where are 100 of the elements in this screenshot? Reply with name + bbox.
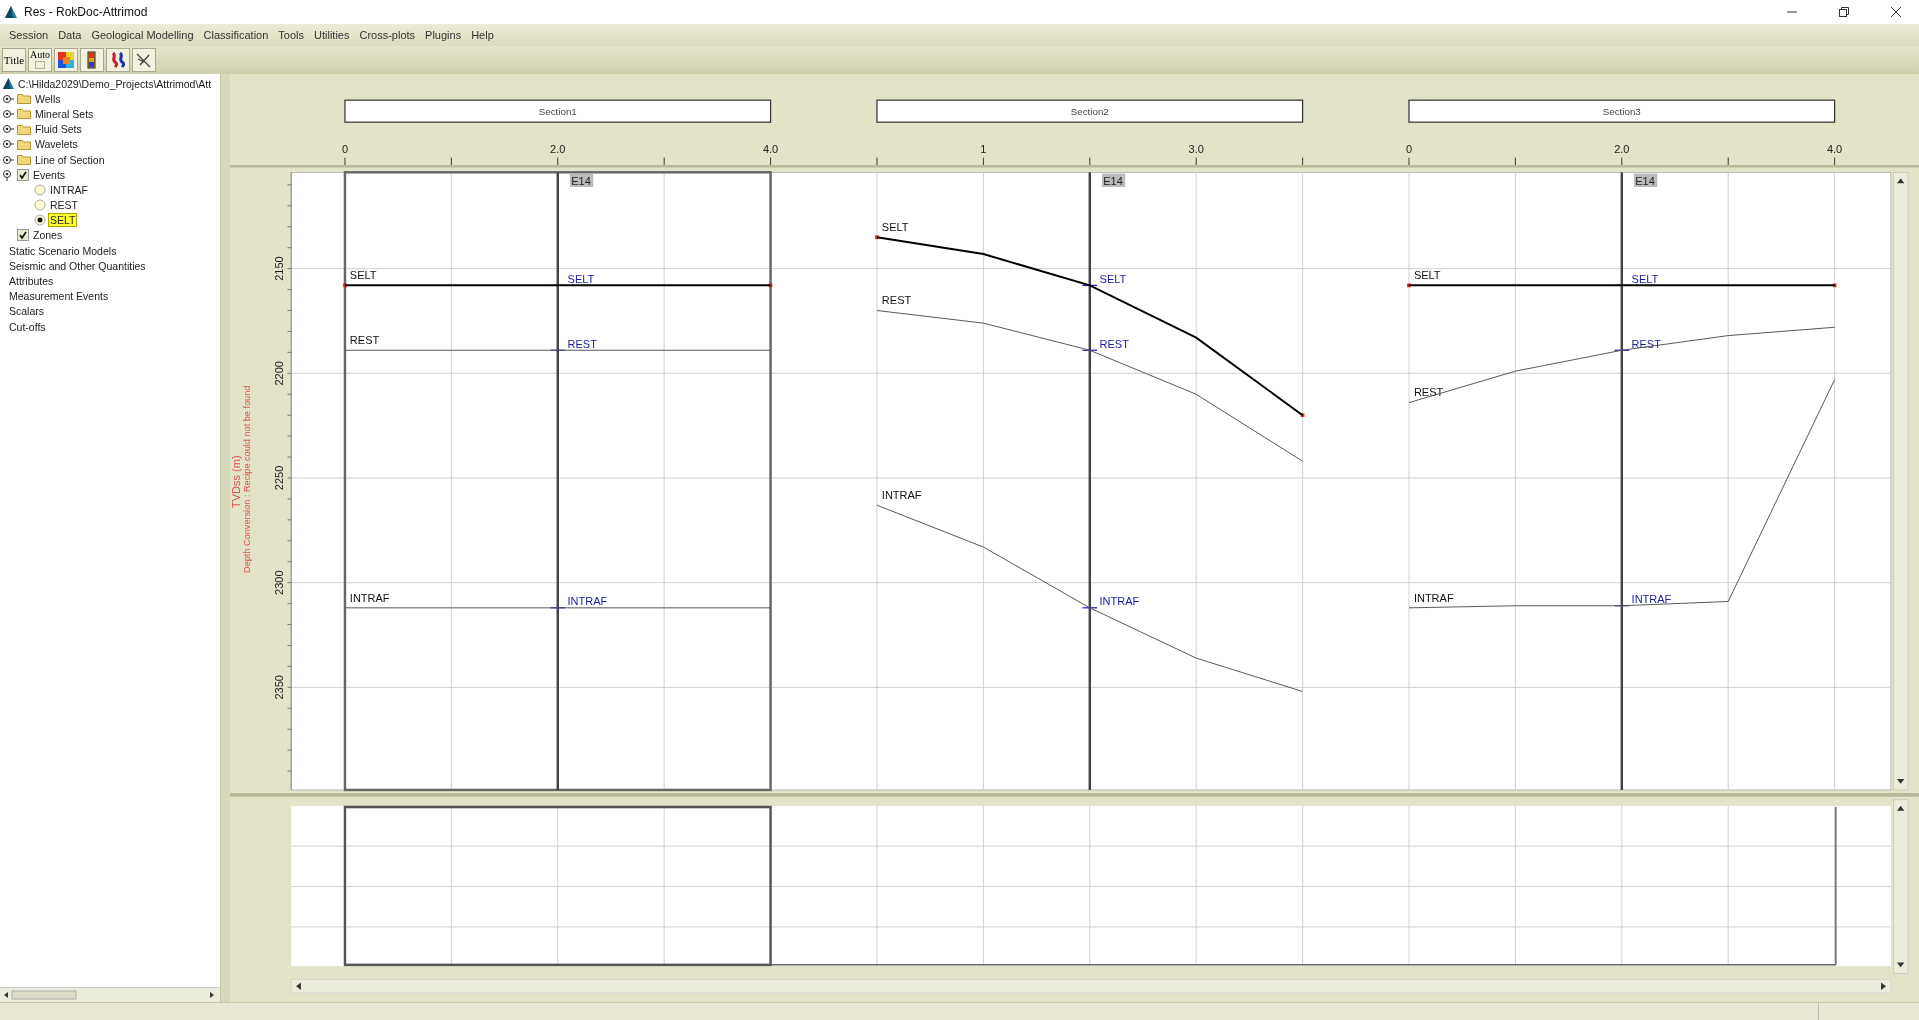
color-bar-icon (86, 51, 98, 69)
folder-icon (17, 154, 31, 166)
folder-icon (17, 123, 31, 135)
section-header: Section3 (1408, 99, 1836, 123)
section-header: Section2 (876, 99, 1304, 123)
horizon-label: INTRAF (1413, 591, 1454, 604)
pick-point (1300, 413, 1305, 417)
tree-item[interactable]: INTRAF (49, 183, 89, 196)
well-marker (1081, 607, 1098, 609)
well-horizon-label: REST (1631, 337, 1661, 350)
checkbox[interactable] (17, 168, 29, 181)
pick-point (875, 235, 879, 240)
auto-toggle-button[interactable]: Auto (28, 48, 52, 72)
checkbox[interactable] (17, 229, 29, 242)
well-marker (1613, 349, 1630, 351)
menu-item[interactable]: Tools (273, 27, 309, 43)
axis-tick-label: 0 (1405, 142, 1413, 155)
tree-item[interactable]: Wells (34, 92, 62, 105)
section-header: Section1 (344, 99, 772, 123)
tree-item[interactable]: Zones (32, 229, 64, 242)
app-logo-icon (2, 77, 15, 90)
menu-item[interactable]: Cross-plots (354, 27, 421, 43)
vertical-scrollbar[interactable] (1893, 172, 1909, 791)
tree-item[interactable]: Events (32, 168, 67, 181)
well-horizon-label: INTRAF (1099, 595, 1140, 608)
axis-tick-label: 2150 (272, 256, 285, 281)
well-horizon-label: INTRAF (567, 595, 608, 608)
expand-icon[interactable] (2, 153, 14, 166)
radio-button[interactable] (34, 214, 46, 227)
radio-button[interactable] (34, 183, 46, 196)
pick-point (343, 283, 347, 288)
tree-item[interactable]: Fluid Sets (34, 123, 83, 136)
horizon-label: SELT (349, 269, 377, 282)
curves-icon (109, 51, 127, 69)
window-title: Res - RokDoc-Attrimod (24, 5, 149, 19)
well-horizon-label: SELT (1631, 272, 1659, 285)
pick-point (1832, 283, 1837, 288)
radio-button[interactable] (34, 199, 46, 212)
project-path: C:\Hilda2029\Demo_Projects\Attrimod\Att (18, 77, 212, 90)
pen-button[interactable] (132, 48, 156, 72)
well-marker (1081, 349, 1098, 351)
horizon-label: REST (349, 334, 380, 347)
curves-button[interactable] (106, 48, 130, 72)
axis-tick-label: 2.0 (1614, 142, 1630, 155)
pick-point (768, 283, 773, 288)
title-toggle-button[interactable]: Title (2, 48, 26, 72)
axis-tick-label: 4.0 (1826, 142, 1843, 155)
collapse-icon[interactable] (2, 168, 14, 181)
horizontal-scrollbar[interactable] (0, 987, 220, 1002)
axis-tick-label: 2250 (272, 465, 285, 491)
tree-item[interactable]: Measurement Events (8, 290, 110, 303)
tree-item[interactable]: Wavelets (34, 138, 79, 151)
tree-item[interactable]: Seismic and Other Quantities (8, 259, 147, 272)
tree-item[interactable]: Mineral Sets (34, 107, 95, 120)
horizon-label: SELT (881, 221, 909, 234)
horizon-label: SELT (1413, 269, 1441, 282)
well-horizon-label: REST (567, 337, 597, 350)
restore-icon[interactable] (1839, 7, 1849, 17)
vertical-scrollbar[interactable] (1893, 799, 1909, 974)
well-horizon-label: SELT (567, 272, 595, 285)
axis-tick-label: 2350 (272, 675, 285, 700)
tree-item[interactable]: REST (49, 199, 79, 212)
menu-item[interactable]: Geological Modelling (86, 27, 199, 43)
axis-title: TVDss (m) (230, 455, 242, 508)
app-logo-icon (4, 5, 18, 19)
axis-tick-label: 2300 (272, 570, 285, 595)
tree-item[interactable]: Cut-offs (8, 320, 47, 333)
expand-icon[interactable] (2, 107, 14, 120)
tree-item[interactable]: Static Scenario Models (8, 244, 118, 257)
folder-icon (17, 93, 31, 105)
expand-icon[interactable] (2, 138, 14, 151)
menu-item[interactable]: Data (53, 27, 87, 43)
menu-item[interactable]: Classification (198, 27, 274, 43)
close-icon[interactable] (1891, 7, 1901, 17)
color-map-button[interactable] (54, 48, 78, 72)
expand-icon[interactable] (2, 92, 14, 105)
menu-item[interactable]: Help (466, 27, 499, 43)
axis-note: Depth Conversion : Recipe could not be found (241, 385, 252, 573)
horizon-label: INTRAF (349, 591, 390, 604)
tree-item[interactable]: Attributes (8, 275, 55, 288)
horizontal-scrollbar[interactable] (290, 979, 1892, 994)
well-horizon-label: REST (1099, 337, 1129, 350)
horizon-label: REST (1413, 386, 1444, 399)
well-marker (1081, 284, 1098, 286)
axis-tick-label: 1 (980, 142, 987, 155)
menu-item[interactable]: Session (4, 27, 54, 43)
menu-item[interactable]: Plugins (420, 27, 467, 43)
expand-icon[interactable] (2, 123, 14, 136)
horizon-label: REST (881, 294, 912, 307)
well-horizon-label: SELT (1099, 272, 1127, 285)
axis-tick-label: 0 (341, 142, 349, 155)
menu-item[interactable]: Utilities (309, 27, 355, 43)
axis-tick-label: 2.0 (550, 142, 566, 155)
pen-icon (135, 51, 153, 69)
tree-item[interactable]: Line of Section (34, 153, 106, 166)
axis-tick-label: 2200 (272, 361, 285, 386)
tree-item[interactable]: Scalars (8, 305, 45, 318)
tree-item[interactable]: SELT (49, 214, 77, 227)
well-horizon-label: INTRAF (1631, 593, 1672, 606)
color-bar-button[interactable] (80, 48, 104, 72)
